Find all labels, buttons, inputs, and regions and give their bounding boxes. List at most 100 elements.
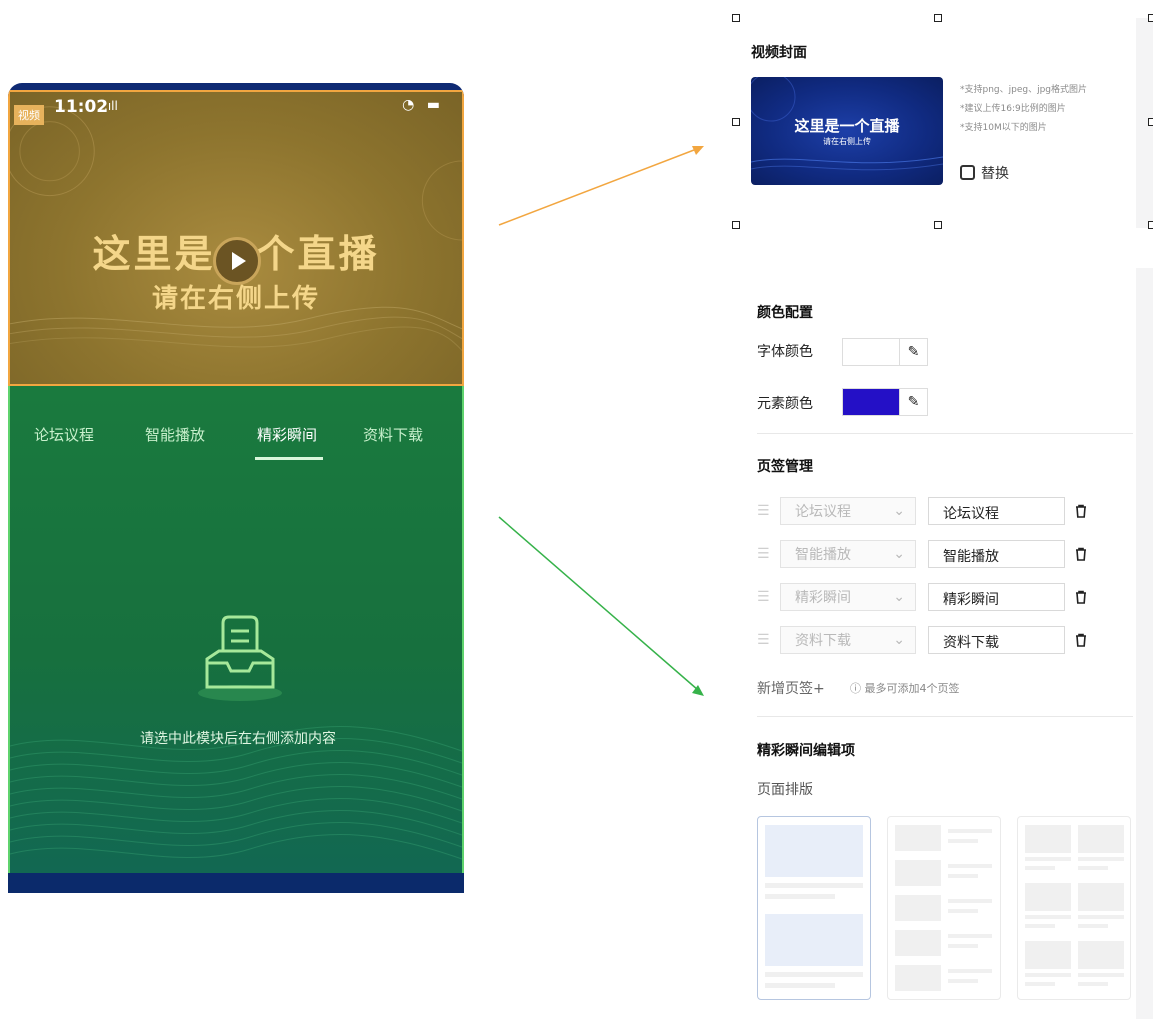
layout-option-large[interactable]	[757, 816, 871, 1000]
layout-option-grid[interactable]	[1017, 816, 1131, 1000]
drag-handle-icon[interactable]: ☰	[757, 546, 770, 562]
tab-select-value: 资料下载	[795, 633, 851, 649]
layout-thumb-block	[1078, 941, 1124, 969]
layout-thumb-block	[1078, 825, 1124, 853]
tab-name-input[interactable]: 精彩瞬间	[928, 583, 1065, 611]
layout-thumb-line	[1025, 982, 1055, 986]
divider	[757, 433, 1133, 434]
layout-label: 页面排版	[757, 782, 813, 798]
layout-thumb-line	[1078, 924, 1108, 928]
layout-thumb-line	[765, 972, 863, 977]
font-color-label: 字体颜色	[757, 344, 813, 360]
cover-note: *支持10M以下的图片	[960, 123, 1047, 133]
layout-thumb-line	[1025, 924, 1055, 928]
layout-thumb-block	[895, 930, 941, 956]
cover-note: *建议上传16:9比例的图片	[960, 104, 1066, 114]
resize-handle[interactable]	[934, 221, 942, 229]
layout-thumb-line	[948, 864, 992, 868]
layout-thumb-line	[1078, 866, 1108, 870]
add-tab-note-text: 最多可添加4个页签	[864, 682, 960, 695]
highlight-edit-title: 精彩瞬间编辑项	[757, 743, 855, 759]
layout-thumb-line	[948, 909, 978, 913]
layout-thumb-block	[1025, 883, 1071, 911]
layout-thumb-line	[948, 829, 992, 833]
cover-image-subtitle: 请在右侧上传	[823, 137, 871, 146]
cover-image-title: 这里是一个直播	[794, 117, 900, 135]
cover-image: 这里是一个直播 请在右侧上传	[751, 77, 943, 185]
layout-thumb-line	[1025, 973, 1071, 977]
layout-thumb-line	[765, 983, 835, 988]
resize-handle[interactable]	[1148, 118, 1153, 126]
drag-handle-icon[interactable]: ☰	[757, 632, 770, 648]
trash-icon[interactable]	[1074, 590, 1088, 604]
add-tab-note: ⓘ 最多可添加4个页签	[850, 680, 960, 696]
replace-button[interactable]: 替换	[960, 163, 1009, 183]
layout-thumb-line	[948, 899, 992, 903]
layout-thumb-line	[1078, 915, 1124, 919]
resize-handle[interactable]	[1148, 221, 1153, 229]
element-color-label: 元素颜色	[757, 396, 813, 412]
layout-thumb-block	[1078, 883, 1124, 911]
layout-thumb-line	[1078, 857, 1124, 861]
tab-select[interactable]: 论坛议程 ⌄	[780, 497, 916, 525]
layout-thumb-line	[948, 934, 992, 938]
tab-name-input[interactable]: 智能播放	[928, 540, 1065, 568]
layout-thumb-line	[1025, 915, 1071, 919]
layout-thumb-line	[765, 883, 863, 888]
layout-thumb-block	[765, 825, 863, 877]
trash-icon[interactable]	[1074, 504, 1088, 518]
resize-handle[interactable]	[732, 221, 740, 229]
tab-select[interactable]: 精彩瞬间 ⌄	[780, 583, 916, 611]
layout-thumb-line	[948, 979, 978, 983]
tab-select-value: 论坛议程	[795, 504, 851, 520]
tab-name-input[interactable]: 资料下载	[928, 626, 1065, 654]
layout-thumb-block	[895, 825, 941, 851]
tab-select[interactable]: 智能播放 ⌄	[780, 540, 916, 568]
cover-title: 视频封面	[751, 45, 807, 61]
layout-thumb-block	[895, 895, 941, 921]
drag-handle-icon[interactable]: ☰	[757, 503, 770, 519]
element-color-swatch[interactable]	[842, 388, 900, 416]
chevron-down-icon: ⌄	[893, 589, 905, 605]
chevron-down-icon: ⌄	[893, 503, 905, 519]
replace-label: 替换	[981, 166, 1009, 182]
layout-thumb-block	[1025, 941, 1071, 969]
font-color-swatch[interactable]	[842, 338, 900, 366]
tab-manage-title: 页签管理	[757, 459, 813, 475]
layout-thumb-line	[948, 874, 978, 878]
layout-thumb-line	[1078, 982, 1108, 986]
layout-thumb-line	[1078, 973, 1124, 977]
layout-thumb-block	[1025, 825, 1071, 853]
replace-icon	[960, 165, 975, 180]
chevron-down-icon: ⌄	[893, 632, 905, 648]
trash-icon[interactable]	[1074, 547, 1088, 561]
add-tab-button[interactable]: 新增页签+	[757, 678, 825, 698]
chevron-down-icon: ⌄	[893, 546, 905, 562]
resize-handle[interactable]	[934, 14, 942, 22]
tab-name-input[interactable]: 论坛议程	[928, 497, 1065, 525]
layout-thumb-line	[1025, 857, 1071, 861]
tab-select-value: 智能播放	[795, 547, 851, 563]
tab-select[interactable]: 资料下载 ⌄	[780, 626, 916, 654]
color-config-title: 颜色配置	[757, 305, 813, 321]
layout-thumb-block	[765, 914, 863, 966]
layout-thumb-line	[948, 969, 992, 973]
resize-handle[interactable]	[732, 118, 740, 126]
divider	[757, 716, 1133, 717]
drag-handle-icon[interactable]: ☰	[757, 589, 770, 605]
resize-handle[interactable]	[1148, 14, 1153, 22]
settings-panel-edge	[1136, 268, 1153, 1019]
layout-thumb-line	[765, 894, 835, 899]
trash-icon[interactable]	[1074, 633, 1088, 647]
layout-thumb-block	[895, 965, 941, 991]
layout-option-list[interactable]	[887, 816, 1001, 1000]
info-icon: ⓘ	[850, 682, 865, 695]
layout-thumb-line	[1025, 866, 1055, 870]
eyedropper-icon[interactable]: ✎	[900, 338, 928, 366]
layout-thumb-line	[948, 944, 978, 948]
resize-handle[interactable]	[732, 14, 740, 22]
eyedropper-icon[interactable]: ✎	[900, 388, 928, 416]
tab-select-value: 精彩瞬间	[795, 590, 851, 606]
layout-thumb-block	[895, 860, 941, 886]
layout-thumb-line	[948, 839, 978, 843]
